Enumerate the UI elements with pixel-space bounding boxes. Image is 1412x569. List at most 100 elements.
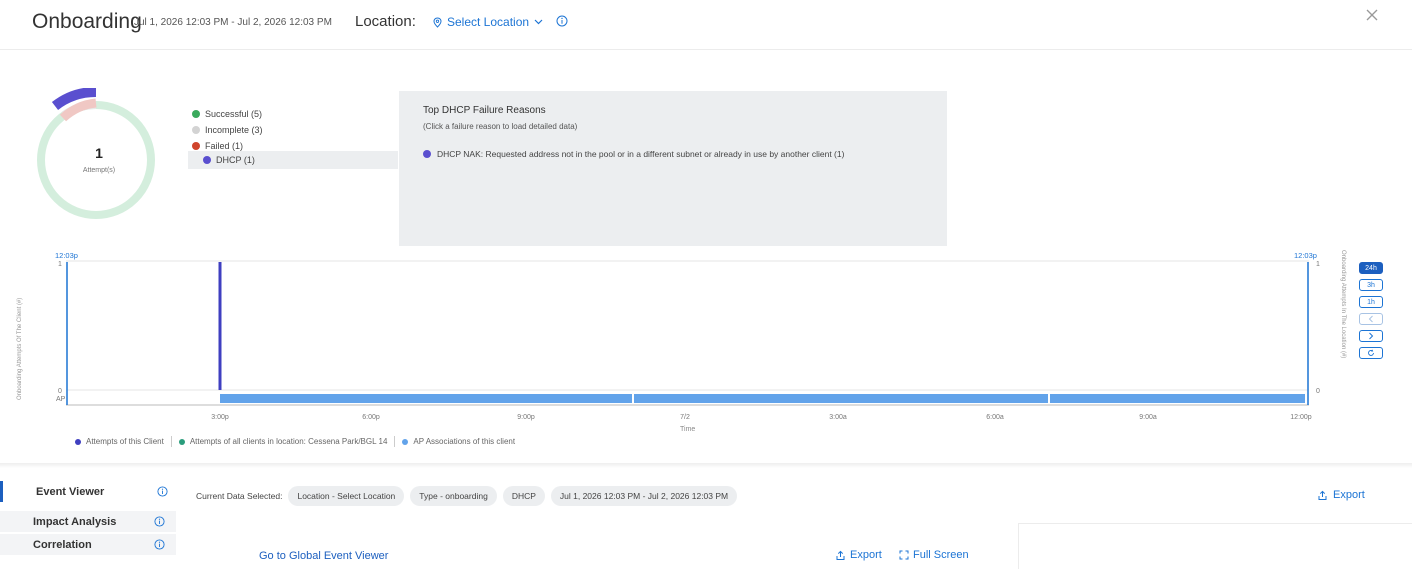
event-viewer-export-button[interactable]: Export [835, 549, 882, 561]
right-panel-border [1018, 523, 1412, 524]
legend-label: Failed (1) [205, 141, 244, 151]
chart-legend: Attempts of this Client Attempts of all … [68, 436, 522, 447]
info-icon[interactable] [154, 516, 165, 527]
ap-association-segment[interactable] [1050, 394, 1305, 403]
filter-chip-location[interactable]: Location - Select Location [288, 486, 405, 506]
range-1h-button[interactable]: 1h [1359, 296, 1383, 308]
timeline-chart[interactable]: 12:03p 12:03p 1 0 1 0 AP 3:00p 6:00p 9:00p… [0, 246, 1412, 456]
successful-dot [192, 110, 200, 118]
location-select[interactable]: Select Location [433, 15, 543, 29]
analysis-side-nav: Event Viewer Impact Analysis Correlation [0, 478, 176, 569]
right-panel-border-left [1018, 523, 1019, 569]
failed-dot [192, 142, 200, 150]
x-tick-label: 3:00p [211, 414, 229, 421]
x-tick-label: 6:00a [986, 414, 1004, 421]
info-icon[interactable] [154, 539, 165, 550]
next-range-button[interactable] [1359, 330, 1383, 342]
chevron-right-icon [1369, 332, 1374, 340]
ap-association-segment[interactable] [220, 394, 632, 403]
time-range-controls: 24h 3h 1h [1359, 262, 1383, 359]
close-icon[interactable] [1364, 7, 1380, 23]
client-attempts-dot [75, 438, 81, 445]
left-axis-title: Onboarding Attempts Of The Client (#) [17, 297, 23, 400]
nav-label: Event Viewer [36, 485, 105, 498]
incomplete-dot [192, 126, 200, 134]
full-screen-icon [899, 550, 909, 560]
ap-associations-dot [402, 438, 409, 445]
chevron-left-icon [1368, 315, 1373, 323]
range-3h-button[interactable]: 3h [1359, 279, 1383, 291]
global-event-viewer-link[interactable]: Go to Global Event Viewer [259, 550, 388, 562]
right-axis-title: Onboarding Attempts In The Location (#) [1340, 250, 1346, 359]
right-y-tick-max: 1 [1316, 261, 1320, 268]
x-tick-label: 12:00p [1290, 414, 1312, 421]
legend-client-attempts[interactable]: Attempts of this Client [68, 437, 171, 446]
filter-chip-type[interactable]: Type - onboarding [410, 486, 497, 506]
location-select-label: Select Location [447, 15, 530, 29]
ap-row-label: AP [56, 396, 66, 403]
failure-reason-dot [423, 150, 431, 158]
location-pin-icon [433, 16, 442, 28]
failure-panel-title: Top DHCP Failure Reasons [423, 105, 546, 116]
x-tick-label: 3:00a [829, 414, 847, 421]
failure-reasons-panel: Top DHCP Failure Reasons (Click a failur… [399, 91, 947, 246]
attempt-count-label: Attempt(s) [82, 167, 116, 174]
export-button[interactable]: Export [1317, 489, 1365, 501]
legend-label: Successful (5) [205, 109, 263, 119]
legend-incomplete[interactable]: Incomplete (3) [192, 122, 263, 138]
donut-failed-arc [59, 98, 97, 122]
nav-event-viewer[interactable]: Event Viewer [0, 481, 176, 502]
outcome-legend: Successful (5) Incomplete (3) Failed (1)… [188, 106, 398, 169]
x-axis-title: Time [680, 426, 695, 433]
y-tick-max: 1 [58, 261, 62, 268]
location-info-icon[interactable] [556, 15, 568, 27]
location-attempts-dot [178, 438, 185, 445]
failure-reason-item[interactable]: DHCP NAK: Requested address not in the p… [423, 149, 844, 159]
legend-text: AP Associations of this client [413, 437, 516, 446]
page-title: Onboarding [32, 10, 142, 33]
legend-label: Incomplete (3) [205, 125, 263, 135]
legend-label: DHCP (1) [216, 155, 255, 165]
current-data-selected: Current Data Selected: Location - Select… [196, 486, 738, 506]
export-label: Export [850, 549, 882, 561]
location-label: Location: [355, 13, 416, 30]
end-time-label: 12:03p [1294, 251, 1317, 260]
prev-range-button[interactable] [1359, 313, 1383, 325]
attempt-count: 1 [95, 145, 103, 161]
full-screen-label: Full Screen [913, 549, 969, 561]
failure-reason-label: DHCP NAK: Requested address not in the p… [437, 149, 845, 159]
current-data-label: Current Data Selected: [196, 491, 283, 501]
range-24h-button[interactable]: 24h [1359, 262, 1383, 274]
nav-impact-analysis[interactable]: Impact Analysis [0, 511, 176, 532]
legend-successful[interactable]: Successful (5) [192, 106, 263, 122]
legend-ap-associations[interactable]: AP Associations of this client [395, 437, 522, 446]
legend-dhcp-selected[interactable]: DHCP (1) [188, 151, 398, 169]
refresh-icon [1368, 349, 1374, 356]
dhcp-dot [203, 156, 211, 164]
x-tick-label: 9:00a [1139, 414, 1157, 421]
filter-chip-date-range[interactable]: Jul 1, 2026 12:03 PM - Jul 2, 2026 12:03… [550, 486, 738, 506]
ap-association-segment[interactable] [634, 394, 1048, 403]
info-icon[interactable] [157, 486, 168, 497]
x-tick-label: 9:00p [517, 414, 535, 421]
nav-label: Impact Analysis [33, 515, 117, 528]
export-icon [1318, 490, 1327, 500]
ap-associations-band [220, 394, 1305, 403]
refresh-button[interactable] [1359, 347, 1383, 359]
full-screen-button[interactable]: Full Screen [899, 549, 969, 561]
right-y-tick-min: 0 [1316, 388, 1320, 395]
header-bar: Onboarding Jul 1, 2026 12:03 PM - Jul 2,… [0, 0, 1412, 50]
chevron-down-icon [534, 19, 543, 25]
start-time-label: 12:03p [55, 251, 78, 260]
x-axis-ticks: 3:00p 6:00p 9:00p 7/2 3:00a 6:00a 9:00a 12:00p [211, 414, 1312, 421]
legend-text: Attempts of all clients in location: Ces… [189, 437, 388, 446]
filter-chip-dhcp[interactable]: DHCP [502, 486, 545, 506]
legend-text: Attempts of this Client [86, 437, 164, 446]
y-tick-min: 0 [58, 388, 62, 395]
nav-label: Correlation [33, 538, 92, 551]
nav-correlation[interactable]: Correlation [0, 534, 176, 555]
x-tick-label: 6:00p [362, 414, 380, 421]
x-tick-label: 7/2 [680, 414, 690, 421]
export-label: Export [1333, 489, 1365, 501]
legend-location-attempts[interactable]: Attempts of all clients in location: Ces… [172, 437, 395, 446]
